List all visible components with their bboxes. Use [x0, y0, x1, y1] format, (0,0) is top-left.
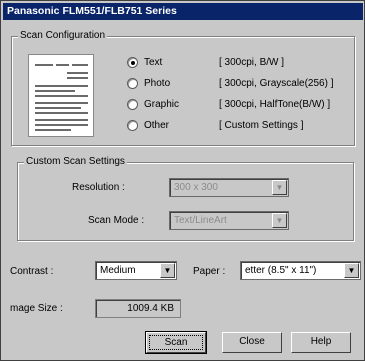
radio-description: [ 300cpi, B/W ] — [219, 57, 285, 68]
custom-scan-settings-legend: Custom Scan Settings — [24, 156, 127, 167]
scan-configuration-legend: Scan Configuration — [18, 30, 108, 41]
radio-description: [ 300cpi, Grayscale(256) ] — [219, 78, 334, 89]
scan-dialog: Panasonic FLM551/FLB751 Series Scan Conf… — [0, 0, 365, 361]
scan-button-label: Scan — [149, 335, 203, 350]
radio-photo-option[interactable]: Photo [ 300cpi, Grayscale(256) ] — [127, 76, 363, 92]
radio-button[interactable] — [127, 57, 138, 68]
paper-label: Paper : — [193, 266, 226, 277]
document-preview-thumbnail — [28, 54, 94, 137]
chevron-down-icon[interactable]: ▼ — [272, 213, 287, 228]
scan-configuration-group: Scan Configuration Text [ 300cpi, B/W ] … — [11, 30, 355, 146]
contrast-label: Contrast : — [10, 266, 54, 277]
scan-mode-label: Scan Mode : — [88, 215, 145, 226]
contrast-dropdown[interactable]: Medium ▼ — [95, 261, 177, 280]
chevron-down-icon[interactable]: ▼ — [160, 263, 175, 278]
help-button[interactable]: Help — [291, 332, 351, 353]
radio-button[interactable] — [127, 120, 138, 131]
radio-button[interactable] — [127, 99, 138, 110]
chevron-down-icon[interactable]: ▼ — [344, 263, 359, 278]
resolution-value: 300 x 300 — [174, 182, 218, 193]
radio-graphic-option[interactable]: Graphic [ 300cpi, HalfTone(B/W) ] — [127, 97, 363, 113]
scan-mode-value: Text/LineArt — [174, 215, 227, 226]
contrast-value: Medium — [100, 265, 136, 276]
scan-button[interactable]: Scan — [145, 331, 207, 354]
resolution-dropdown[interactable]: 300 x 300 ▼ — [169, 178, 289, 197]
radio-label: Text — [144, 57, 163, 68]
radio-text-option[interactable]: Text [ 300cpi, B/W ] — [127, 55, 363, 71]
close-button[interactable]: Close — [222, 332, 282, 353]
scan-mode-dropdown[interactable]: Text/LineArt ▼ — [169, 211, 289, 230]
radio-description: [ 300cpi, HalfTone(B/W) ] — [219, 99, 331, 110]
resolution-label: Resolution : — [72, 182, 125, 193]
paper-dropdown[interactable]: etter (8.5" x 11") ▼ — [240, 261, 361, 280]
radio-label: Other — [144, 120, 170, 131]
image-size-value: 1009.4 KB — [127, 303, 174, 314]
help-button-label: Help — [310, 336, 332, 347]
image-size-readout: 1009.4 KB — [95, 299, 181, 318]
paper-value: etter (8.5" x 11") — [245, 265, 317, 276]
radio-label: Graphic — [144, 99, 180, 110]
chevron-down-icon[interactable]: ▼ — [272, 180, 287, 195]
window-title: Panasonic FLM551/FLB751 Series — [3, 3, 363, 20]
image-size-label: mage Size : — [10, 303, 63, 314]
radio-selected-dot — [131, 61, 135, 65]
custom-scan-settings-group: Custom Scan Settings Resolution : 300 x … — [17, 156, 354, 241]
close-button-label: Close — [239, 336, 265, 347]
radio-button[interactable] — [127, 78, 138, 89]
radio-label: Photo — [144, 78, 171, 89]
radio-other-option[interactable]: Other [ Custom Settings ] — [127, 118, 363, 134]
radio-description: [ Custom Settings ] — [219, 120, 304, 131]
